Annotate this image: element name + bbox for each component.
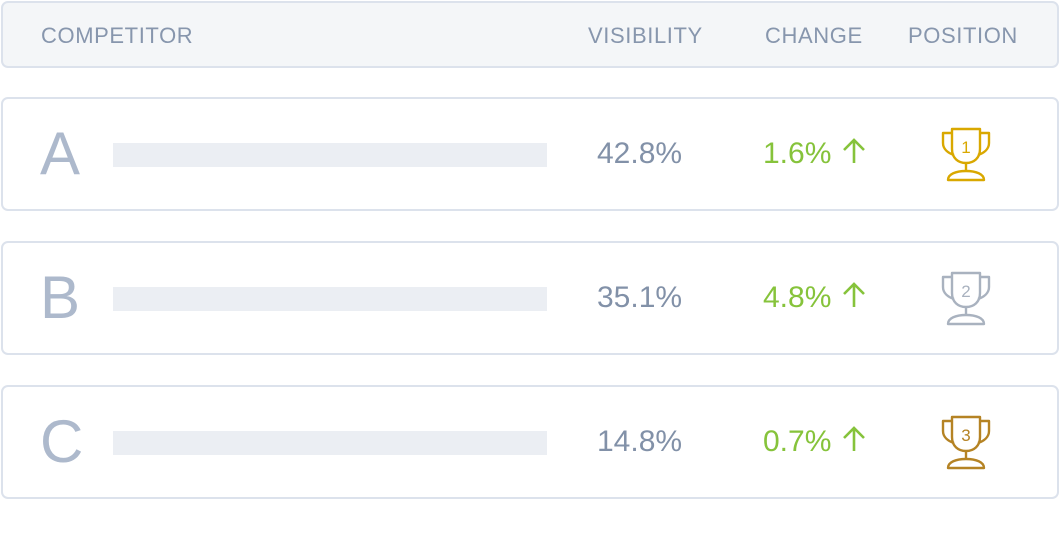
arrow-up-icon — [841, 137, 867, 173]
change-value-wrap: 4.8% — [763, 281, 867, 317]
trophy-icon: 2 — [938, 269, 994, 327]
competitor-name: C — [40, 408, 84, 475]
arrow-up-icon — [841, 281, 867, 317]
table-header: COMPETITOR VISIBILITY CHANGE POSITION — [1, 1, 1059, 68]
header-competitor[interactable]: COMPETITOR — [41, 23, 193, 49]
position-number: 1 — [961, 138, 970, 157]
change-value: 1.6% — [763, 137, 832, 170]
visibility-value: 14.8% — [597, 425, 683, 458]
change-value: 0.7% — [763, 425, 832, 458]
position-number: 3 — [961, 426, 970, 445]
position-number: 2 — [961, 282, 970, 301]
header-change[interactable]: CHANGE — [765, 23, 863, 49]
competitor-row[interactable]: C 14.8% 0.7% 3 — [1, 385, 1059, 499]
change-value: 4.8% — [763, 281, 832, 314]
trophy-icon: 1 — [938, 125, 994, 183]
visibility-bar — [113, 431, 547, 455]
change-value-wrap: 1.6% — [763, 137, 867, 173]
visibility-value: 35.1% — [597, 281, 683, 314]
arrow-up-icon — [841, 425, 867, 461]
visibility-bar — [113, 287, 547, 311]
competitor-row[interactable]: B 35.1% 4.8% 2 — [1, 241, 1059, 355]
trophy-icon: 3 — [938, 413, 994, 471]
visibility-bar — [113, 143, 547, 167]
change-value-wrap: 0.7% — [763, 425, 867, 461]
competitor-name: A — [40, 120, 81, 187]
competitor-name: B — [40, 264, 81, 331]
competitor-row[interactable]: A 42.8% 1.6% 1 — [1, 97, 1059, 211]
header-position[interactable]: POSITION — [908, 23, 1018, 49]
header-visibility[interactable]: VISIBILITY — [588, 23, 703, 49]
visibility-value: 42.8% — [597, 137, 683, 170]
